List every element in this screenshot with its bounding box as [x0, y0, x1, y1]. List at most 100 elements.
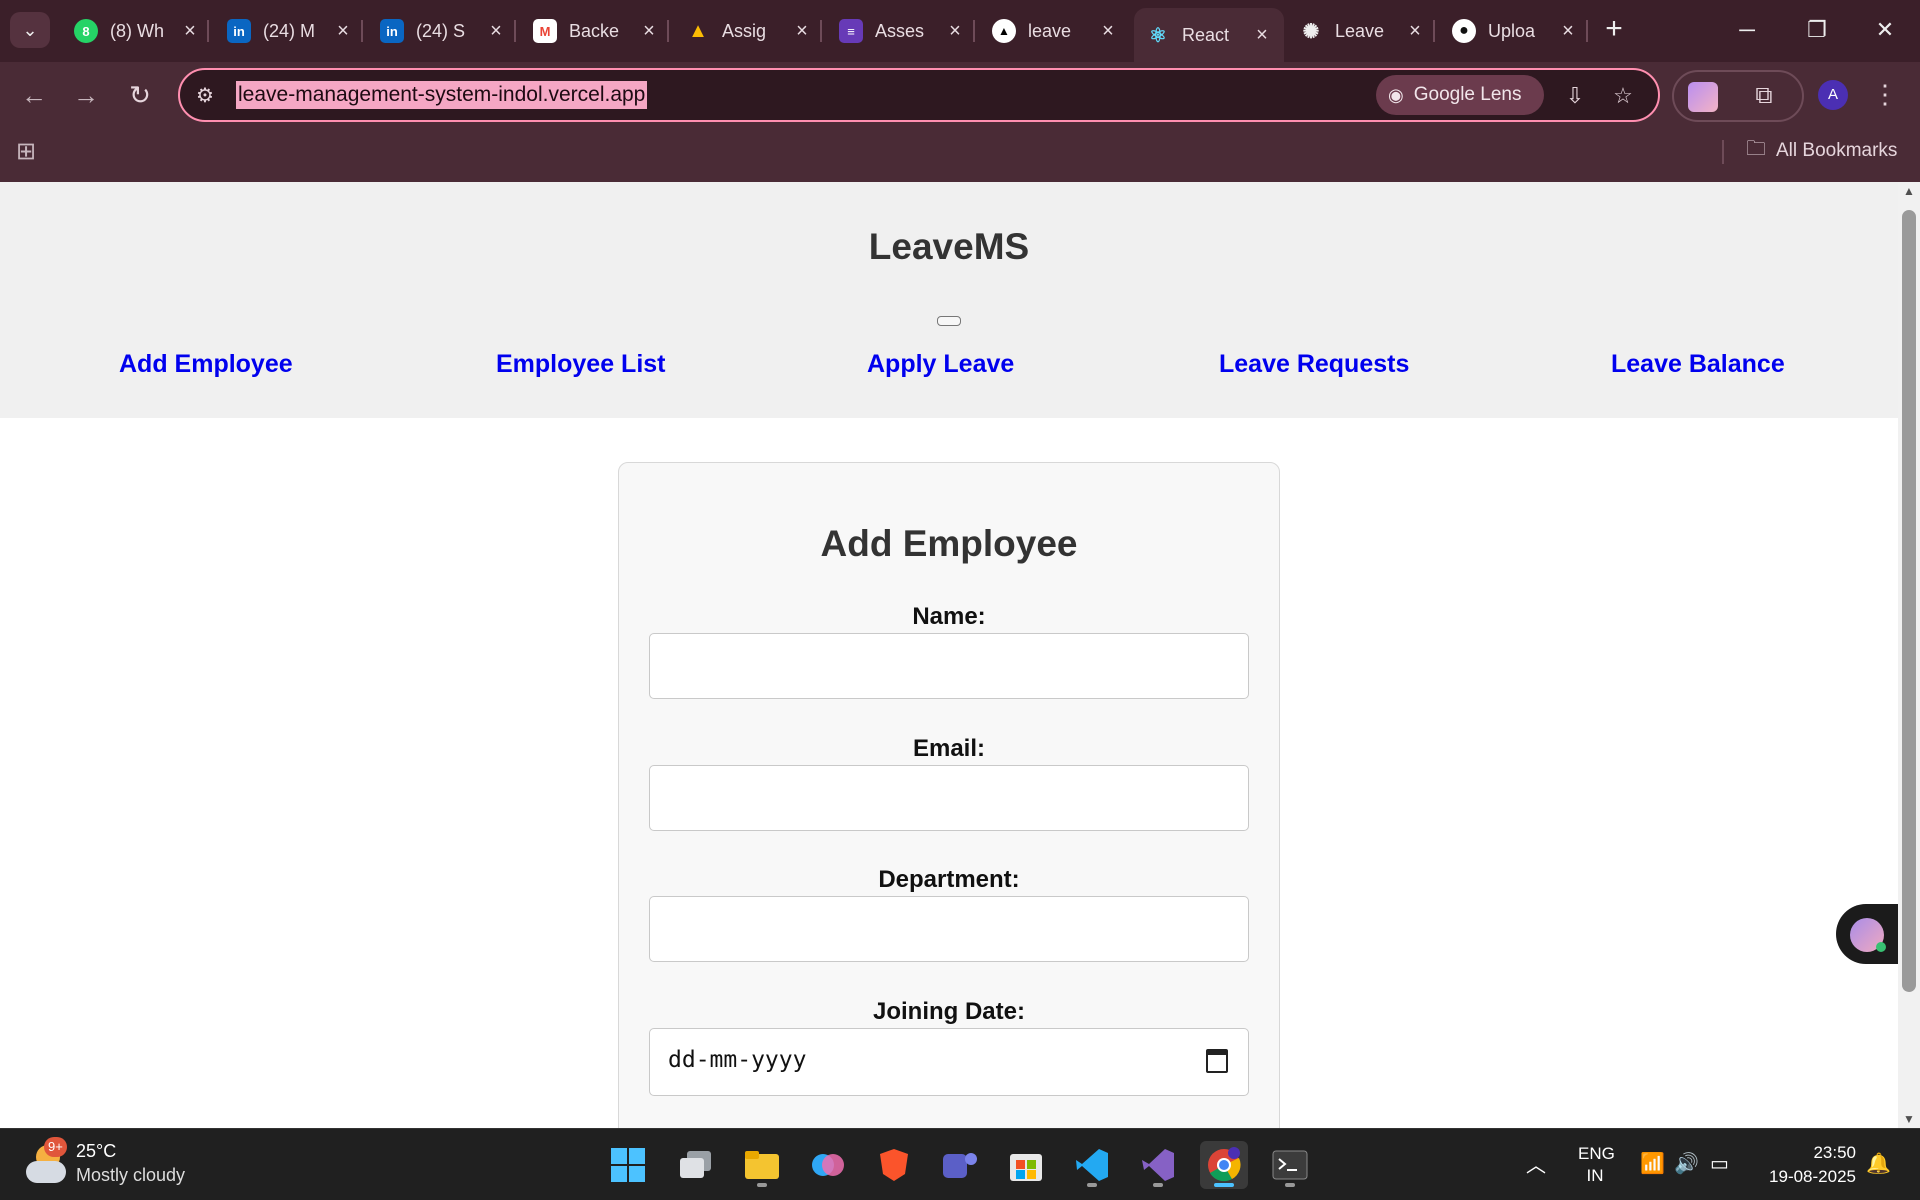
tab-drive[interactable]: ▲ Assig × [674, 8, 824, 54]
chevron-down-icon: ⌄ [22, 19, 38, 40]
task-view-icon [680, 1151, 711, 1178]
add-employee-form: Add Employee Name: Email: Department: Jo… [618, 462, 1280, 1128]
site-brand[interactable]: LeaveMS [0, 226, 1898, 268]
teams-icon [943, 1153, 977, 1178]
browser-menu-icon[interactable]: ⋮ [1870, 74, 1900, 114]
name-input[interactable] [649, 633, 1249, 699]
minimize-button[interactable]: ─ [1724, 10, 1770, 50]
close-icon[interactable]: × [486, 20, 506, 43]
tab-search-button[interactable]: ⌄ [10, 12, 50, 48]
brave-button[interactable] [870, 1141, 918, 1189]
file-explorer-button[interactable] [738, 1141, 786, 1189]
running-indicator [1214, 1183, 1234, 1187]
language-code: ENG [1578, 1144, 1615, 1163]
tab-gmail[interactable]: M Backe × [521, 8, 671, 54]
vercel-icon: ▲ [992, 19, 1016, 43]
scroll-up-icon[interactable]: ▲ [1903, 184, 1915, 198]
volume-icon[interactable]: 🔊 [1674, 1151, 1699, 1176]
visual-studio-button[interactable] [1134, 1141, 1182, 1189]
running-indicator [1285, 1183, 1295, 1187]
reload-icon: ↻ [129, 80, 151, 110]
back-button[interactable]: ← [14, 75, 54, 115]
clock[interactable]: 23:50 19-08-2025 [1756, 1141, 1856, 1189]
windows-taskbar: 9+ 25°C Mostly cloudy ︿ ENG IN 📶 🔊 ▭ 23:… [0, 1128, 1920, 1200]
scroll-down-icon[interactable]: ▼ [1903, 1112, 1915, 1126]
close-icon[interactable]: × [333, 20, 353, 43]
tab-strip: ⌄ 8 (8) Wh × in (24) M × in (24) S × M B… [0, 0, 1920, 62]
nav-employee-list[interactable]: Employee List [496, 350, 666, 379]
close-icon[interactable]: × [180, 20, 200, 43]
close-icon[interactable]: × [1558, 20, 1578, 43]
store-button[interactable] [1002, 1141, 1050, 1189]
temperature[interactable]: 25°C [76, 1141, 116, 1162]
nav-add-employee[interactable]: Add Employee [119, 350, 293, 379]
calendar-icon[interactable] [1206, 1049, 1228, 1073]
email-input[interactable] [649, 765, 1249, 831]
region-code: IN [1586, 1166, 1604, 1185]
tab-label: (24) M [263, 20, 316, 41]
weather-condition[interactable]: Mostly cloudy [76, 1165, 185, 1186]
clock-time: 23:50 [1813, 1143, 1856, 1162]
floating-assistant-button[interactable] [1836, 904, 1898, 964]
close-icon[interactable]: × [639, 20, 659, 43]
tab-vercel[interactable]: ▲ leave × [980, 8, 1130, 54]
close-window-button[interactable]: ✕ [1862, 10, 1908, 50]
battery-icon[interactable]: ▭ [1710, 1151, 1729, 1176]
url-text[interactable]: leave-management-system-indol.vercel.app [236, 81, 648, 109]
tab-react-active[interactable]: ⚛ React × [1134, 8, 1284, 62]
scrollbar-thumb[interactable] [1902, 210, 1916, 992]
forward-button[interactable]: → [66, 75, 106, 115]
store-icon [1010, 1154, 1042, 1181]
joining-date-input[interactable]: dd-mm-yyyy [649, 1028, 1249, 1096]
close-icon[interactable]: × [1098, 20, 1118, 43]
close-icon[interactable]: × [1252, 24, 1272, 47]
terminal-button[interactable] [1266, 1141, 1314, 1189]
tab-label: Asses [875, 20, 925, 41]
start-button[interactable] [604, 1141, 652, 1189]
profile-avatar[interactable]: A [1818, 80, 1848, 110]
running-indicator [757, 1183, 767, 1187]
close-icon[interactable]: × [792, 20, 812, 43]
extension-icon[interactable] [1688, 82, 1718, 112]
tab-linkedin-2[interactable]: in (24) S × [368, 8, 518, 54]
site-settings-icon[interactable]: ⚙ [196, 83, 222, 107]
teams-button[interactable] [936, 1141, 984, 1189]
arrow-right-icon: → [73, 80, 99, 110]
wifi-icon[interactable]: 📶 [1640, 1151, 1665, 1176]
chrome-button[interactable] [1200, 1141, 1248, 1189]
tab-chatgpt[interactable]: ✺ Leave × [1287, 8, 1437, 54]
nav-leave-requests[interactable]: Leave Requests [1219, 350, 1409, 379]
all-bookmarks-button[interactable]: 🗀 All Bookmarks [1746, 134, 1897, 168]
nav-apply-leave[interactable]: Apply Leave [867, 350, 1014, 379]
puzzle-icon[interactable]: ⧉ [1748, 80, 1780, 112]
install-app-icon[interactable]: ⇩ [1560, 81, 1590, 111]
apps-grid-icon[interactable]: ⊞ [16, 138, 44, 166]
copilot-button[interactable] [804, 1141, 852, 1189]
reload-button[interactable]: ↻ [120, 75, 160, 115]
vscode-button[interactable] [1068, 1141, 1116, 1189]
address-bar[interactable]: ⚙ leave-management-system-indol.vercel.a… [178, 68, 1660, 122]
new-tab-button[interactable]: + [1598, 14, 1630, 46]
tab-github[interactable]: ● Uploa × [1440, 8, 1590, 54]
close-icon[interactable]: × [945, 20, 965, 43]
close-icon[interactable]: × [1405, 20, 1425, 43]
tab-forms[interactable]: ≡ Asses × [827, 8, 977, 54]
notification-bell-icon[interactable]: 🔔 [1866, 1151, 1891, 1176]
tab-separator [207, 20, 209, 42]
tab-label: (8) Wh [110, 20, 164, 41]
menu-toggle-button[interactable] [937, 316, 961, 326]
bookmark-star-icon[interactable]: ☆ [1608, 81, 1638, 111]
nav-leave-balance[interactable]: Leave Balance [1611, 350, 1785, 379]
restore-button[interactable]: ❐ [1794, 10, 1840, 50]
copilot-icon [812, 1154, 844, 1176]
google-lens-button[interactable]: ◉ Google Lens [1376, 75, 1544, 115]
tab-linkedin-1[interactable]: in (24) M × [215, 8, 365, 54]
tray-chevron-up-icon[interactable]: ︿ [1526, 1149, 1546, 1178]
language-indicator[interactable]: ENG IN [1578, 1143, 1615, 1187]
page-scrollbar[interactable]: ▲ ▼ [1898, 182, 1920, 1128]
restore-icon: ❐ [1807, 17, 1827, 42]
tab-whatsapp[interactable]: 8 (8) Wh × [62, 8, 212, 54]
terminal-icon [1272, 1150, 1308, 1180]
task-view-button[interactable] [672, 1141, 720, 1189]
department-input[interactable] [649, 896, 1249, 962]
